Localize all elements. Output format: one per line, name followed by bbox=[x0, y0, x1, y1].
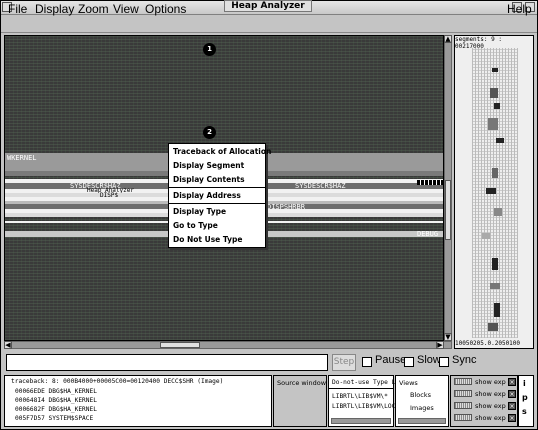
menu-options[interactable]: Options bbox=[145, 2, 186, 16]
show-exp-label: show exp bbox=[475, 390, 506, 398]
traceback-line[interactable]: 005F7D57 SYSTEM$SPACE bbox=[15, 415, 93, 422]
views-item-blocks[interactable]: Blocks bbox=[410, 391, 431, 399]
ips-letter-i[interactable]: i bbox=[523, 379, 526, 388]
views-header: Views bbox=[399, 379, 418, 387]
canvas-horizontal-scrollbar[interactable] bbox=[4, 341, 452, 349]
menu-display[interactable]: Display bbox=[35, 2, 74, 16]
show-toggle-icon[interactable]: × bbox=[508, 402, 516, 410]
do-not-use-type-panel[interactable]: Do-not-use Type L LIBRTL\LIB$VM\* LIBRTL… bbox=[328, 375, 396, 427]
segment-overview-map[interactable] bbox=[472, 48, 518, 338]
menu-zoom[interactable]: Zoom bbox=[78, 2, 109, 16]
ips-letter-s[interactable]: s bbox=[522, 407, 527, 416]
menu-item-display-segment[interactable]: Display Segment bbox=[173, 161, 244, 170]
show-toggle-icon[interactable]: × bbox=[508, 390, 516, 398]
views-item-images[interactable]: Images bbox=[410, 404, 434, 412]
menu-help[interactable]: Help bbox=[507, 2, 532, 16]
menu-item-traceback[interactable]: Traceback of Allocation bbox=[173, 147, 271, 156]
pause-checkbox[interactable] bbox=[362, 357, 372, 367]
vertical-scroll-thumb[interactable] bbox=[445, 180, 451, 240]
callout-marker-1: 1 bbox=[203, 43, 216, 56]
show-slider[interactable] bbox=[454, 378, 472, 385]
traceback-line[interactable]: 0006682F DBG$HA_KERNEL bbox=[15, 406, 97, 413]
show-exp-label: show exp bbox=[475, 402, 506, 410]
show-exp-panel: show exp × show exp × show exp × show ex… bbox=[450, 375, 518, 427]
menu-item-display-type[interactable]: Display Type bbox=[173, 207, 226, 216]
sync-checkbox[interactable] bbox=[439, 357, 449, 367]
callout-marker-2: 2 bbox=[203, 126, 216, 139]
window-title: Heap Analyzer bbox=[224, 0, 312, 12]
menu-item-display-address[interactable]: Display Address bbox=[173, 191, 241, 200]
horizontal-scroll-thumb[interactable] bbox=[160, 342, 200, 348]
menu-item-go-to-type[interactable]: Go to Type bbox=[173, 221, 218, 230]
show-slider[interactable] bbox=[454, 414, 472, 421]
do-not-use-item[interactable]: LIBRTL\LIB$VM\LOC bbox=[332, 403, 395, 410]
scroll-left-arrow-icon[interactable]: ◀ bbox=[4, 341, 12, 349]
views-scrollbar[interactable] bbox=[398, 418, 446, 424]
block-cluster[interactable] bbox=[417, 180, 443, 185]
menu-item-display-contents[interactable]: Display Contents bbox=[173, 175, 245, 184]
do-not-use-header: Do-not-use Type L bbox=[332, 379, 396, 386]
traceback-header: traceback: 8: 000B4000+00005C00=00120400… bbox=[11, 378, 224, 385]
scroll-right-arrow-icon[interactable]: ▶ bbox=[436, 341, 444, 349]
menu-item-do-not-use-type[interactable]: Do Not Use Type bbox=[173, 235, 242, 244]
menu-separator bbox=[169, 203, 265, 204]
menu-separator bbox=[169, 187, 265, 188]
traceback-line[interactable]: 00066EDE DBG$HA_KERNEL bbox=[15, 388, 97, 395]
traceback-line[interactable]: 000648I4 DBG$HA_KERNEL bbox=[15, 397, 97, 404]
menu-view[interactable]: View bbox=[113, 2, 139, 16]
source-window-panel[interactable]: Source window bbox=[273, 375, 327, 427]
show-exp-label: show exp bbox=[475, 414, 506, 422]
do-not-use-scrollbar[interactable] bbox=[331, 418, 391, 424]
show-exp-label: show exp bbox=[475, 378, 506, 386]
band-label-f: DEBUG bbox=[417, 230, 439, 238]
sync-label: Sync bbox=[452, 354, 477, 366]
pause-label: Pause bbox=[375, 354, 407, 366]
source-window-label: Source window bbox=[277, 379, 327, 387]
band-label-kernel: WKERNEL bbox=[7, 154, 37, 162]
context-menu: Traceback of Allocation Display Segment … bbox=[168, 143, 271, 248]
scroll-down-arrow-icon[interactable]: ▼ bbox=[444, 333, 452, 341]
show-toggle-icon[interactable]: × bbox=[508, 378, 516, 386]
views-panel[interactable]: Views Blocks Images bbox=[395, 375, 449, 427]
divider bbox=[329, 388, 393, 389]
menubar bbox=[1, 15, 537, 33]
show-toggle-icon[interactable]: × bbox=[508, 414, 516, 422]
menu-file[interactable]: File bbox=[8, 2, 27, 16]
slow-checkbox[interactable] bbox=[404, 357, 414, 367]
show-slider[interactable] bbox=[454, 390, 472, 397]
ips-selector: i p s bbox=[518, 375, 534, 427]
do-not-use-item[interactable]: LIBRTL\LIB$VM\* bbox=[332, 393, 388, 400]
ips-letter-p[interactable]: p bbox=[522, 393, 528, 402]
slow-label: Slow bbox=[417, 354, 441, 366]
traceback-panel[interactable]: traceback: 8: 000B4000+00005C00=00120400… bbox=[4, 375, 272, 427]
segment-overview-footer: 10050205.0.2050100 bbox=[455, 340, 521, 347]
scroll-up-arrow-icon[interactable]: ▲ bbox=[444, 35, 452, 43]
step-button[interactable]: Step bbox=[332, 354, 356, 371]
show-slider[interactable] bbox=[454, 402, 472, 409]
message-field[interactable] bbox=[6, 354, 328, 371]
